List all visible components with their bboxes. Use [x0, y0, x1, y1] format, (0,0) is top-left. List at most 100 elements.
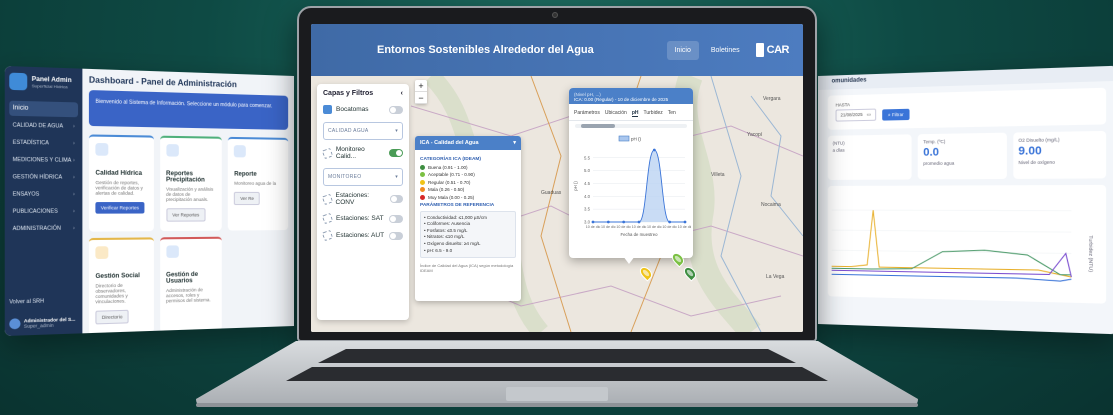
admin-sidebar: Panel Admin Superficial Hídrica Inicio C… [4, 65, 83, 337]
sidebar-item-ensayos[interactable]: ENSAYOS › [9, 187, 78, 202]
chevron-down-icon: ▾ [395, 128, 398, 134]
y-tick-label: 3.0 [584, 220, 591, 225]
webcam [552, 12, 558, 18]
tab-ubicacion[interactable]: Ubicación [605, 110, 627, 117]
svg-text:Nocaima: Nocaima [761, 202, 781, 208]
laptop-screen: Entornos Sostenibles Alrededor del Agua … [311, 24, 803, 332]
popup-tabs: Parámetros Ubicación pH Turbidez Ten [569, 104, 693, 121]
back-to-srh-link[interactable]: Volver al SRH [9, 298, 44, 305]
svg-text:La Vega: La Vega [766, 274, 785, 280]
card-description: Administración de accesos, roles y permi… [166, 287, 211, 304]
admin-brand: Panel Admin Superficial Hídrica [9, 72, 78, 92]
group-label: MONITOREO [328, 174, 362, 180]
card-reportes-precipitacion[interactable]: Reportes Precipitación Visualización y a… [159, 135, 223, 232]
chart-icon [234, 145, 247, 158]
flask-icon [321, 147, 334, 159]
chevron-down-icon: ▾ [513, 140, 516, 146]
collapse-icon[interactable]: ‹ [401, 90, 403, 97]
svg-text:Guaduas: Guaduas [541, 190, 562, 196]
tab-ph[interactable]: pH [631, 110, 639, 117]
zoom-in-button[interactable]: + [415, 80, 427, 92]
sidebar-item-administracion[interactable]: ADMINISTRACIÓN › [9, 221, 78, 236]
welcome-banner: Bienvenido al Sistema de Información. Se… [88, 90, 289, 130]
avatar [9, 318, 21, 330]
layer-estaciones-aut[interactable]: Estaciones: AUT [321, 229, 403, 242]
admin-dashboard-screen: Panel Admin Superficial Hídrica Inicio C… [4, 65, 295, 337]
chevron-right-icon: › [72, 191, 75, 198]
ica-reference-title: PARÁMETROS DE REFERENCIA [420, 202, 495, 208]
reference-item: • pH: 6.5 - 9.0 [424, 247, 453, 253]
map-area[interactable]: Yacopí Vergara Guaduas Nocaima Villeta L… [311, 76, 803, 332]
trackpad[interactable] [506, 387, 608, 401]
filter-button[interactable]: ⌕ Filtrar [881, 108, 910, 121]
zoom-out-button[interactable]: − [415, 92, 427, 104]
tab-parametros[interactable]: Parámetros [574, 110, 600, 117]
layer-label: Estaciones: AUT [336, 232, 385, 239]
nav-inicio[interactable]: Inicio [666, 40, 699, 60]
toggle-monitoreo[interactable] [389, 149, 403, 157]
sidebar-item-publicaciones[interactable]: PUBLICACIONES › [9, 204, 78, 219]
nav-boletines[interactable]: Boletines [703, 41, 748, 60]
layer-monitoreo-calidad[interactable]: Monitoreo Calid... [321, 146, 403, 160]
sidebar-item-estadistica[interactable]: ESTADÍSTICA › [9, 135, 78, 151]
toggle-conv[interactable] [389, 195, 403, 203]
card-gestion-usuarios[interactable]: Gestión de Usuarios Administración de ac… [159, 236, 223, 333]
x-tick-label: 10 de dic [632, 225, 647, 229]
layers-title: Capas y Filtros [323, 90, 374, 97]
ica-legend-header[interactable]: ICA - Calidad del Agua ▾ [415, 136, 521, 150]
card-reportes[interactable]: Reporte Monitoreo agua de la Ver Re [228, 136, 289, 231]
tab-turbidez[interactable]: Turbidez [643, 110, 662, 117]
ph-chart: pH ()3.03.54.04.55.05.5pH ()10 de dic 10 … [573, 135, 691, 237]
verify-reports-button[interactable]: Verificar Reportes [95, 202, 145, 214]
y-tick-label: 5.0 [584, 168, 591, 173]
sidebar-item-label: CALIDAD DE AGUA [12, 122, 64, 130]
ica-title: ICA - Calidad del Agua [420, 140, 479, 146]
view-reports-button[interactable]: Ver Re [234, 191, 260, 206]
directory-button[interactable]: Directorio [95, 309, 129, 325]
card-title: Gestión de Usuarios [166, 271, 199, 285]
toggle-sat[interactable] [389, 214, 403, 223]
data-point [637, 220, 641, 224]
data-point [591, 220, 595, 224]
date-input[interactable]: 21/08/2025 ▭ [835, 108, 876, 122]
y-tick-label: 4.0 [584, 194, 591, 199]
stat-value: 0.0 [923, 146, 939, 159]
sidebar-item-mediciones[interactable]: MEDICIONES Y CLIMA › [9, 152, 78, 168]
community-dashboard-screen: omunidades HASTA 21/08/2025 ▭ ⌕ Filtrar … [818, 65, 1113, 335]
group-monitoreo[interactable]: MONITOREO ▾ [323, 168, 403, 186]
ica-category-label: Mala (0.26 - 0.50) [428, 187, 465, 193]
ica-category: Buena (0.91 - 1.00) [420, 165, 516, 170]
zoom-control: + − [415, 80, 427, 104]
toggle-aut[interactable] [389, 231, 403, 240]
view-reports-button[interactable]: Ver Reportes [166, 208, 206, 222]
card-calidad-hidrica[interactable]: Calidad Hídrica Gestión de reportes, ver… [88, 134, 154, 232]
sidebar-item-calidad-agua[interactable]: CALIDAD DE AGUA › [9, 118, 78, 134]
stat-label: O2 Disuelto (mg/L) [1018, 137, 1060, 144]
x-tick-label: 10 de dic [647, 225, 662, 229]
legend-swatch [618, 135, 630, 142]
group-calidad-agua[interactable]: CALIDAD AGUA ▾ [323, 122, 403, 140]
tab-temperatura[interactable]: Ten [668, 110, 676, 117]
stat-value: 9.00 [1018, 144, 1042, 158]
sidebar-item-inicio[interactable]: Inicio [9, 100, 79, 118]
layer-label: Estaciones: CONV [335, 192, 370, 206]
popup-scrollbar[interactable] [575, 124, 687, 128]
legend-dot [420, 179, 425, 185]
ica-category-label: Muy Mala (0.00 - 0.25) [428, 194, 475, 200]
layer-estaciones-conv[interactable]: Estaciones: CONV [321, 192, 403, 206]
layer-bocatomas[interactable]: Bocatomas [323, 105, 403, 114]
ica-category: Muy Mala (0.00 - 0.25) [420, 194, 516, 200]
sidebar-item-gestion-hidrica[interactable]: GESTIÓN HÍDRICA › [9, 170, 78, 185]
layer-estaciones-sat[interactable]: Estaciones: SAT [321, 212, 403, 225]
stat-label: Temp. (ºC) [923, 138, 946, 145]
popup-title: (Nivel pH, ...) [574, 92, 601, 97]
water-intake-icon [323, 105, 332, 114]
card-gestion-social[interactable]: Gestión Social Directorio de observadore… [88, 237, 154, 336]
user-profile[interactable]: Administrador del S... Super_admin [9, 317, 75, 330]
toggle-bocatomas[interactable] [389, 105, 403, 114]
x-axis-label: Fecha de muestreo [620, 232, 658, 237]
car-logo: CAR [755, 43, 790, 57]
chevron-right-icon: › [72, 123, 75, 130]
stat-turbidity: (NTU) a días [827, 134, 912, 180]
sidebar-item-label: ADMINISTRACIÓN [12, 225, 61, 233]
